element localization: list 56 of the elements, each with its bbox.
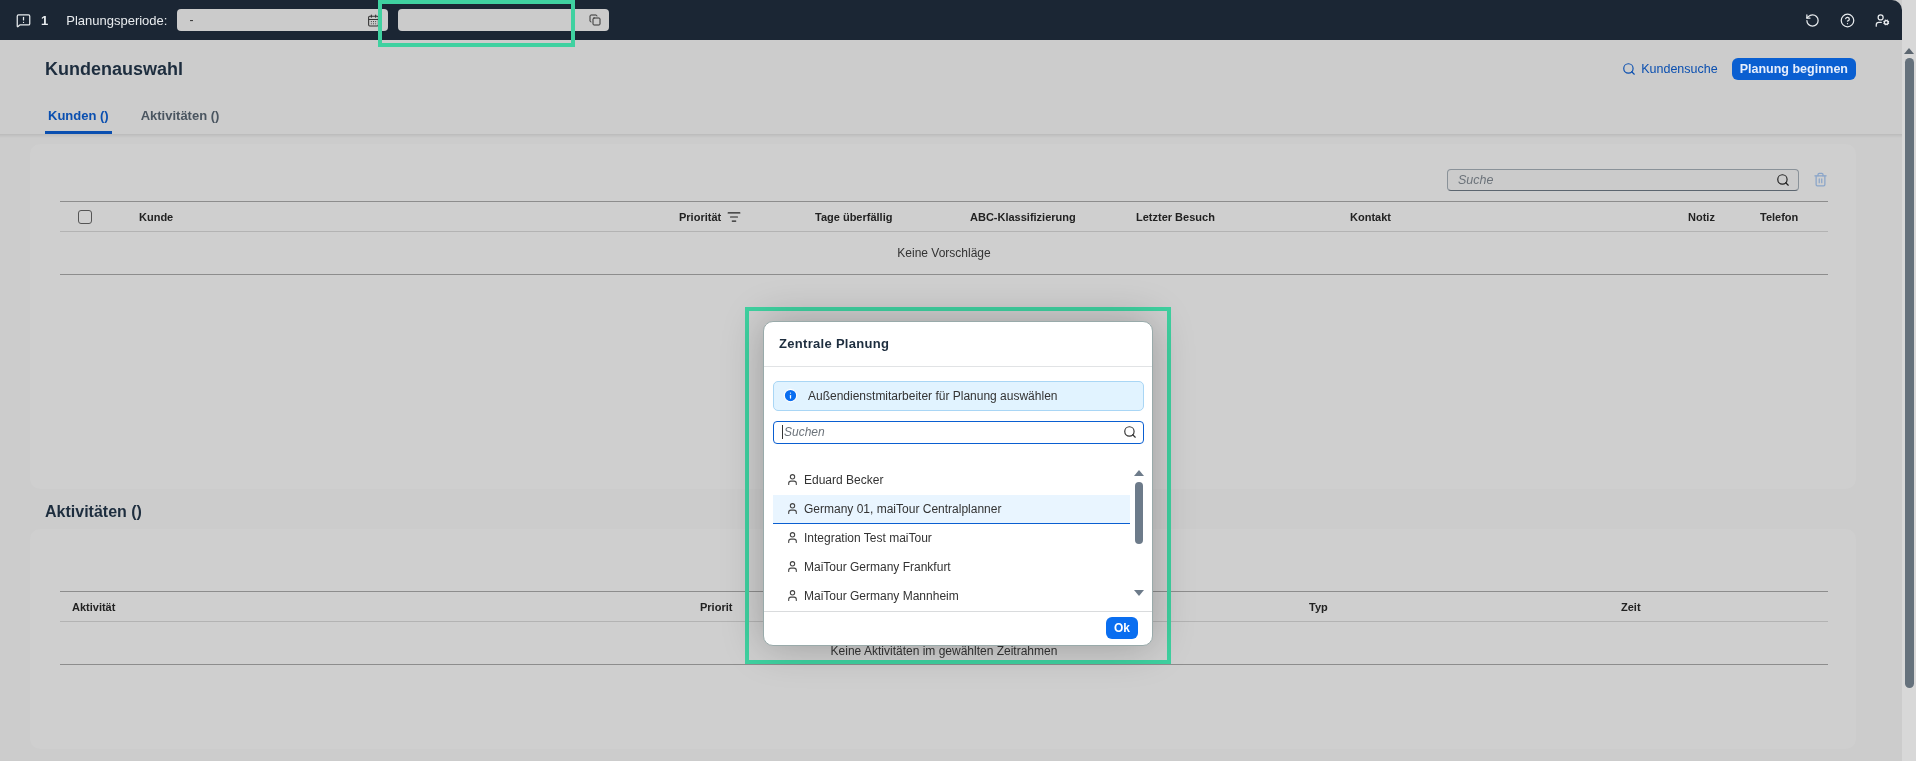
empty-message: Keine Aktivitäten im gewählten Zeitrahmen [830, 644, 1058, 658]
tab[interactable]: Aktivitäten () [137, 108, 223, 134]
page-title: Kundenauswahl [45, 58, 183, 80]
period-label: Planungsperiode: [66, 12, 168, 28]
item-name: MaiTour Germany Frankfurt [804, 559, 951, 574]
item-name: Eduard Becker [804, 472, 884, 487]
period-field[interactable]: - [177, 9, 389, 31]
sort-icon[interactable] [727, 209, 742, 224]
customer-search-button[interactable]: Kundensuche [1622, 62, 1718, 76]
start-planning-button[interactable]: Planung beginnen [1731, 58, 1856, 80]
list-item[interactable]: Eduard Becker [773, 465, 1130, 495]
empty-message: Keine Vorschläge [897, 246, 991, 260]
search-field[interactable]: Suche [1447, 168, 1799, 191]
column-header: Kontakt [1349, 210, 1392, 223]
list-item[interactable]: MaiTour Germany Mannheim [773, 581, 1130, 611]
column-header: Letzter Besuch [1135, 210, 1216, 223]
search-icon [1622, 62, 1637, 76]
user-settings-icon[interactable] [1875, 12, 1890, 28]
list-item[interactable]: Germany 01, maiTour Centralplanner [773, 494, 1130, 524]
section-title: Aktivitäten () [45, 503, 142, 521]
info-text: Außendienstmitarbeiter für Planung auswählen [808, 388, 1058, 403]
item-name: Germany 01, maiTour Centralplanner [804, 501, 1002, 516]
search-icon[interactable] [1776, 172, 1790, 187]
ok-button[interactable]: Ok [1106, 617, 1138, 640]
page-scrollbar[interactable] [1902, 0, 1916, 761]
column-header: Typ [1308, 600, 1329, 613]
person-icon [786, 560, 799, 574]
calendar-icon[interactable] [367, 13, 381, 27]
list-item[interactable]: MaiTour Germany Frankfurt [773, 552, 1130, 582]
person-icon [786, 531, 799, 545]
info-icon [783, 388, 798, 404]
dialog-title: Zentrale Planung [779, 336, 890, 352]
person-icon [786, 473, 799, 487]
message-icon[interactable] [16, 12, 31, 28]
column-header: Tage überfällig [814, 210, 894, 223]
copy-icon[interactable] [589, 14, 602, 26]
column-header: ABC-Klassifizierung [969, 210, 1077, 223]
column-header: Telefon [1759, 210, 1800, 223]
selection-field[interactable] [398, 9, 610, 31]
reset-icon[interactable] [1805, 12, 1820, 28]
list-item[interactable]: Integration Test maiTour [773, 523, 1130, 553]
column-header: Zeit [1620, 600, 1642, 613]
search-icon[interactable] [1123, 425, 1137, 440]
column-header: Aktivität [71, 600, 117, 613]
person-icon [786, 502, 799, 516]
column-header: Priorit [699, 600, 734, 613]
help-icon[interactable] [1840, 12, 1855, 28]
message-count: 1 [41, 12, 49, 28]
item-name: MaiTour Germany Mannheim [804, 588, 959, 603]
column-header: Priorität [670, 209, 806, 224]
column-header: Notiz [1687, 210, 1716, 223]
column-header: Kunde [138, 210, 175, 223]
search-field[interactable]: Suchen [773, 420, 1144, 444]
item-name: Integration Test maiTour [804, 530, 932, 545]
select-all-checkbox[interactable] [78, 209, 92, 224]
person-icon [786, 589, 799, 603]
